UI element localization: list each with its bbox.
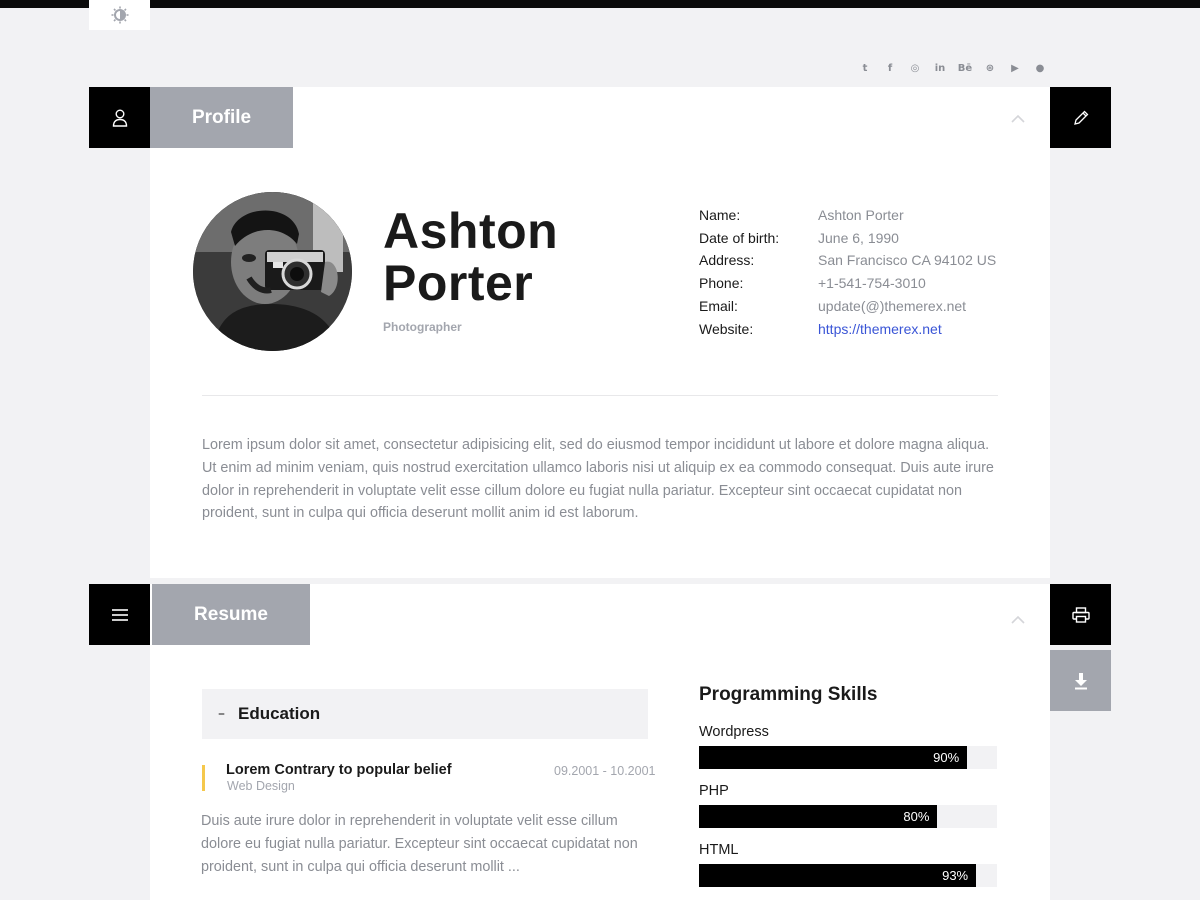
skill-track: 80%	[699, 805, 997, 828]
skills-title: Programming Skills	[699, 684, 878, 705]
behance-icon[interactable]: Bē	[958, 61, 972, 75]
skill-percent: 90%	[933, 750, 960, 765]
info-row-address: Address: San Francisco CA 94102 US	[699, 249, 996, 272]
info-value: +1-541-754-3010	[818, 275, 926, 292]
skill-name: HTML	[699, 842, 739, 858]
contrast-icon	[111, 6, 128, 24]
info-value: June 6, 1990	[818, 229, 899, 246]
skill-name: Wordpress	[699, 724, 769, 740]
skill-fill: 93%	[699, 864, 977, 887]
other-social-icon[interactable]: ●	[1033, 61, 1047, 75]
profile-role: Photographer	[383, 320, 462, 334]
contact-info: Name: Ashton Porter Date of birth: June …	[699, 204, 996, 340]
tab-resume[interactable]: Resume	[152, 584, 310, 645]
first-name: Ashton	[383, 203, 559, 259]
twitter-icon[interactable]: t	[858, 61, 872, 75]
profile-card: Profile Ashton Porter Photographer Name:	[150, 87, 1050, 578]
entry-description: Duis aute irure dolor in reprehenderit i…	[201, 813, 638, 875]
resume-section-button[interactable]	[89, 584, 150, 645]
entry-date: 09.2001 - 10.2001	[554, 764, 656, 778]
info-value: San Francisco CA 94102 US	[818, 252, 997, 269]
top-bar	[0, 0, 1200, 8]
skill-fill: 90%	[699, 746, 968, 769]
youtube-icon[interactable]: ▶	[1008, 61, 1022, 75]
info-label: Website:	[699, 320, 754, 337]
skill-fill: 80%	[699, 805, 938, 828]
download-button[interactable]	[1050, 650, 1111, 711]
skill-track: 93%	[699, 864, 997, 887]
theme-toggle-button[interactable]	[89, 0, 150, 30]
info-label: Name:	[699, 207, 741, 223]
education-accordion-header[interactable]: – Education	[202, 689, 648, 739]
download-icon	[1074, 672, 1087, 689]
instagram-icon[interactable]: ◎	[908, 61, 922, 75]
info-label: Phone:	[699, 275, 744, 292]
edit-button[interactable]	[1050, 87, 1111, 148]
skill-name: PHP	[699, 783, 729, 799]
info-value: Ashton Porter	[818, 207, 904, 223]
skill-percent: 93%	[942, 868, 969, 883]
skill-wordpress: Wordpress 90%	[699, 724, 997, 769]
collapse-dash-icon: –	[218, 706, 225, 722]
entry-subtitle: Web Design	[227, 779, 295, 793]
entry-title: Lorem Contrary to popular belief	[226, 762, 452, 778]
entry-marker	[202, 765, 205, 791]
info-label: Address:	[699, 252, 755, 269]
avatar	[193, 192, 352, 351]
info-row-dob: Date of birth: June 6, 1990	[699, 227, 996, 250]
printer-icon	[1071, 606, 1090, 623]
skill-php: PHP 80%	[699, 783, 997, 828]
divider	[202, 395, 998, 396]
profile-bio: Lorem ipsum dolor sit amet, consectetur …	[202, 437, 994, 522]
profile-photo	[193, 192, 352, 351]
dribbble-icon[interactable]: ⊛	[983, 61, 997, 75]
education-title: Education	[238, 704, 321, 723]
info-label: Date of birth:	[699, 229, 780, 246]
info-label: Email:	[699, 297, 738, 314]
info-row-email: Email: update(@)themerex.net	[699, 295, 996, 318]
info-value: update(@)themerex.net	[818, 297, 967, 314]
skill-percent: 80%	[903, 809, 930, 824]
menu-icon	[111, 608, 128, 621]
skill-track: 90%	[699, 746, 997, 769]
print-button[interactable]	[1050, 584, 1111, 645]
pencil-icon	[1073, 110, 1088, 125]
resume-card: Resume – Education Lorem Contrary to pop…	[150, 584, 1050, 900]
tab-profile[interactable]: Profile	[150, 87, 293, 148]
facebook-icon[interactable]: f	[883, 61, 897, 75]
info-row-website: Website: https://themerex.net	[699, 318, 996, 341]
last-name: Porter	[383, 255, 534, 311]
website-link[interactable]: https://themerex.net	[818, 318, 942, 341]
profile-name: Ashton Porter	[383, 205, 558, 309]
social-links: t f ◎ in Bē ⊛ ▶ ●	[858, 61, 1047, 75]
skill-html: HTML 93%	[699, 842, 997, 887]
profile-section-button[interactable]	[89, 87, 150, 148]
user-icon	[112, 109, 127, 127]
info-row-name: Name: Ashton Porter	[699, 204, 996, 227]
collapse-chevron-icon[interactable]	[1010, 114, 1026, 124]
info-row-phone: Phone: +1-541-754-3010	[699, 272, 996, 295]
linkedin-icon[interactable]: in	[933, 61, 947, 75]
collapse-chevron-icon[interactable]	[1010, 615, 1026, 625]
